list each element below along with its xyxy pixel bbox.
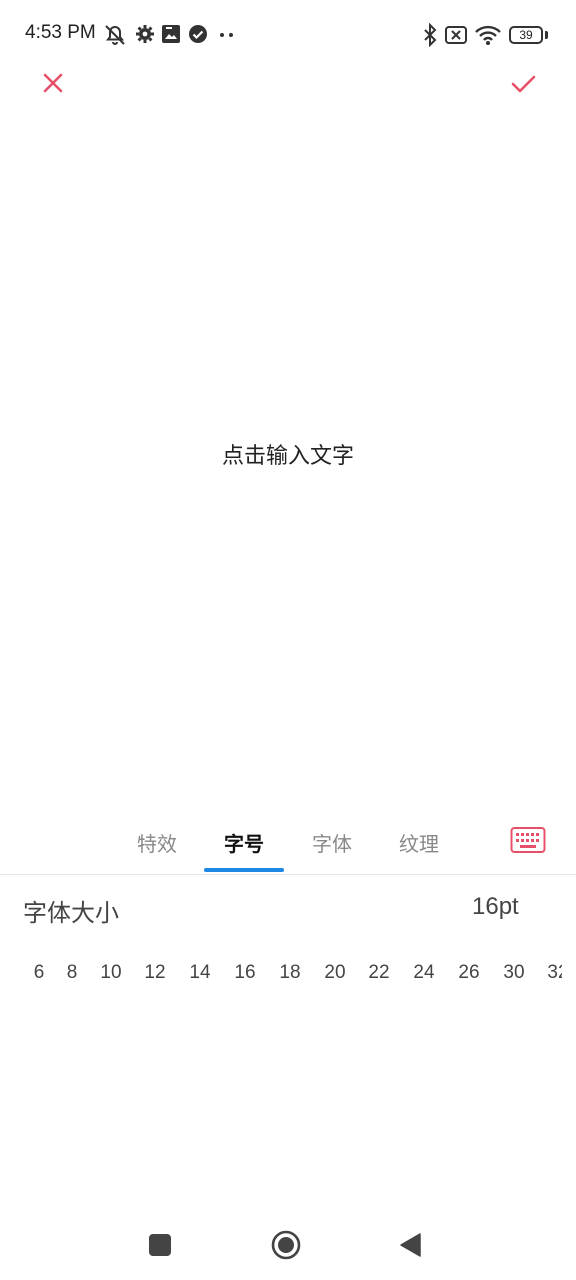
no-sim-icon — [445, 26, 467, 44]
battery-indicator: 39 — [509, 26, 543, 44]
size-option[interactable]: 30 — [503, 962, 524, 984]
tab-effects[interactable]: 特效 — [137, 828, 177, 857]
size-option[interactable]: 6 — [34, 962, 45, 984]
gear-icon — [136, 25, 154, 43]
font-size-value: 16pt — [472, 893, 519, 920]
size-option[interactable]: 10 — [100, 962, 121, 984]
tab-font[interactable]: 字体 — [312, 828, 352, 857]
size-option[interactable]: 20 — [324, 962, 345, 984]
tab-font-size[interactable]: 字号 — [224, 828, 264, 857]
check-circle-icon — [189, 25, 207, 43]
tab-indicator — [204, 868, 284, 872]
home-button[interactable] — [271, 1230, 301, 1260]
wifi-icon — [475, 25, 501, 45]
size-option[interactable]: 32 — [547, 962, 562, 984]
keyboard-icon[interactable] — [510, 826, 546, 856]
confirm-button[interactable] — [508, 68, 538, 98]
size-option[interactable]: 24 — [413, 962, 434, 984]
battery-tip — [545, 31, 548, 39]
size-option[interactable]: 26 — [458, 962, 479, 984]
size-option[interactable]: 18 — [279, 962, 300, 984]
font-size-label: 字体大小 — [23, 899, 119, 927]
size-option[interactable]: 8 — [67, 962, 78, 984]
back-button[interactable] — [398, 1232, 424, 1258]
text-input-placeholder[interactable]: 点击输入文字 — [0, 438, 576, 470]
tab-texture[interactable]: 纹理 — [399, 828, 439, 857]
more-dots-icon — [220, 33, 233, 37]
status-time: 4:53 PM — [25, 22, 96, 43]
size-option[interactable]: 14 — [189, 962, 210, 984]
mute-bell-icon — [105, 25, 125, 45]
font-size-scale[interactable]: 6 8 10 12 14 16 18 20 22 24 26 30 32 — [22, 962, 562, 992]
status-bar: 4:53 PM 39 — [0, 0, 576, 72]
recent-apps-button[interactable] — [149, 1234, 171, 1256]
photo-sync-icon — [162, 25, 180, 43]
bluetooth-icon — [424, 23, 437, 47]
close-button[interactable] — [38, 68, 68, 98]
size-option[interactable]: 12 — [144, 962, 165, 984]
size-option[interactable]: 16 — [234, 962, 255, 984]
tab-bar: 特效 字号 字体 纹理 — [0, 816, 576, 875]
size-option[interactable]: 22 — [368, 962, 389, 984]
